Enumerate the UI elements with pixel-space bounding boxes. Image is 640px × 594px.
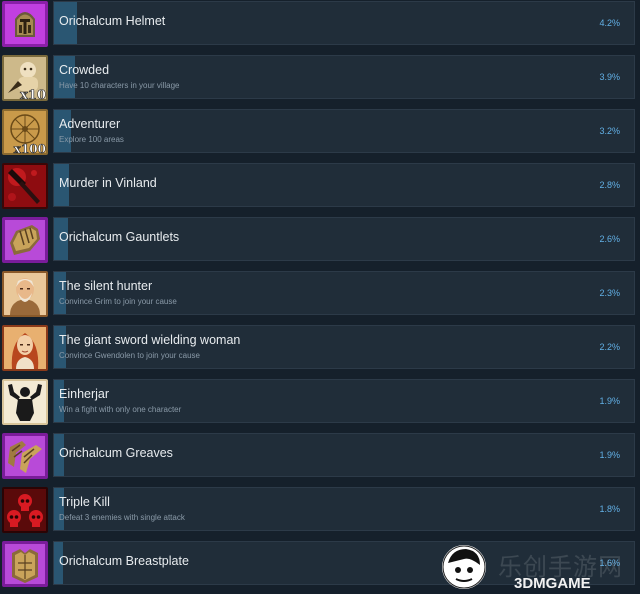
watermark-logo: 3DMGAME <box>514 575 591 592</box>
achievement-row-orichalcum-greaves[interactable]: Orichalcum Greaves 1.9% <box>0 432 640 482</box>
unlock-percent: 3.9% <box>599 72 620 82</box>
svg-text:x10: x10 <box>20 88 46 101</box>
achievement-description: Defeat 3 enemies with single attack <box>59 513 185 522</box>
watermark: 乐创手游网 3DMGAME <box>442 545 640 594</box>
achievement-title: Triple Kill <box>59 495 110 509</box>
achievement-description: Explore 100 areas <box>59 135 124 144</box>
achievement-panel: Adventurer Explore 100 areas 3.2% <box>53 109 635 153</box>
woman-portrait-icon <box>2 325 48 371</box>
achievement-title: Murder in Vinland <box>59 176 157 190</box>
achievement-description: Convince Grim to join your cause <box>59 297 177 306</box>
strongman-icon <box>2 379 48 425</box>
achievement-panel: Orichalcum Gauntlets 2.6% <box>53 217 635 261</box>
achievement-panel: Orichalcum Greaves 1.9% <box>53 433 635 477</box>
achievement-panel: Orichalcum Helmet 4.2% <box>53 1 635 45</box>
crowd-x10-icon: x10 <box>2 55 48 101</box>
achievement-row-adventurer[interactable]: x100 Adventurer Explore 100 areas 3.2% <box>0 108 640 158</box>
hunter-portrait-icon <box>2 271 48 317</box>
watermark-mascot-icon <box>442 545 486 589</box>
helmet-icon <box>2 1 48 47</box>
achievement-description: Win a fight with only one character <box>59 405 182 414</box>
achievement-panel: The silent hunter Convince Grim to join … <box>53 271 635 315</box>
achievement-title: Einherjar <box>59 387 110 401</box>
achievement-row-the-silent-hunter[interactable]: The silent hunter Convince Grim to join … <box>0 270 640 320</box>
unlock-percent: 1.9% <box>599 450 620 460</box>
achievement-title: The silent hunter <box>59 279 153 293</box>
achievement-row-crowded[interactable]: x10 Crowded Have 10 characters in your v… <box>0 54 640 104</box>
achievement-title: The giant sword wielding woman <box>59 333 241 347</box>
achievement-panel: The giant sword wielding woman Convince … <box>53 325 635 369</box>
unlock-percent: 3.2% <box>599 126 620 136</box>
gauntlets-icon <box>2 217 48 263</box>
achievement-row-orichalcum-gauntlets[interactable]: Orichalcum Gauntlets 2.6% <box>0 216 640 266</box>
achievement-row-murder-in-vinland[interactable]: Murder in Vinland 2.8% <box>0 162 640 212</box>
unlock-percent: 2.8% <box>599 180 620 190</box>
achievement-row-the-giant-sword-wielding-woman[interactable]: The giant sword wielding woman Convince … <box>0 324 640 374</box>
achievement-panel: Crowded Have 10 characters in your villa… <box>53 55 635 99</box>
achievement-row-einherjar[interactable]: Einherjar Win a fight with only one char… <box>0 378 640 428</box>
achievement-title: Orichalcum Helmet <box>59 14 166 28</box>
achievement-title: Orichalcum Greaves <box>59 446 173 460</box>
greaves-icon <box>2 433 48 479</box>
achievement-panel: Einherjar Win a fight with only one char… <box>53 379 635 423</box>
achievement-title: Crowded <box>59 63 110 77</box>
achievement-row-orichalcum-helmet[interactable]: Orichalcum Helmet 4.2% <box>0 0 640 50</box>
achievement-title: Adventurer <box>59 117 121 131</box>
achievement-title: Orichalcum Gauntlets <box>59 230 180 244</box>
svg-text:x100: x100 <box>14 142 46 155</box>
achievement-panel: Murder in Vinland 2.8% <box>53 163 635 207</box>
unlock-percent: 2.6% <box>599 234 620 244</box>
unlock-percent: 4.2% <box>599 18 620 28</box>
skulls-icon <box>2 487 48 533</box>
breastplate-icon <box>2 541 48 587</box>
unlock-percent: 2.2% <box>599 342 620 352</box>
achievement-row-triple-kill[interactable]: Triple Kill Defeat 3 enemies with single… <box>0 486 640 536</box>
achievement-panel: Triple Kill Defeat 3 enemies with single… <box>53 487 635 531</box>
unlock-percent: 1.9% <box>599 396 620 406</box>
achievement-title: Orichalcum Breastplate <box>59 554 189 568</box>
achievement-description: Convince Gwendolen to join your cause <box>59 351 200 360</box>
map-x100-icon: x100 <box>2 109 48 155</box>
unlock-percent: 2.3% <box>599 288 620 298</box>
unlock-percent: 1.8% <box>599 504 620 514</box>
bloody-hammer-icon <box>2 163 48 209</box>
achievement-description: Have 10 characters in your village <box>59 81 180 90</box>
